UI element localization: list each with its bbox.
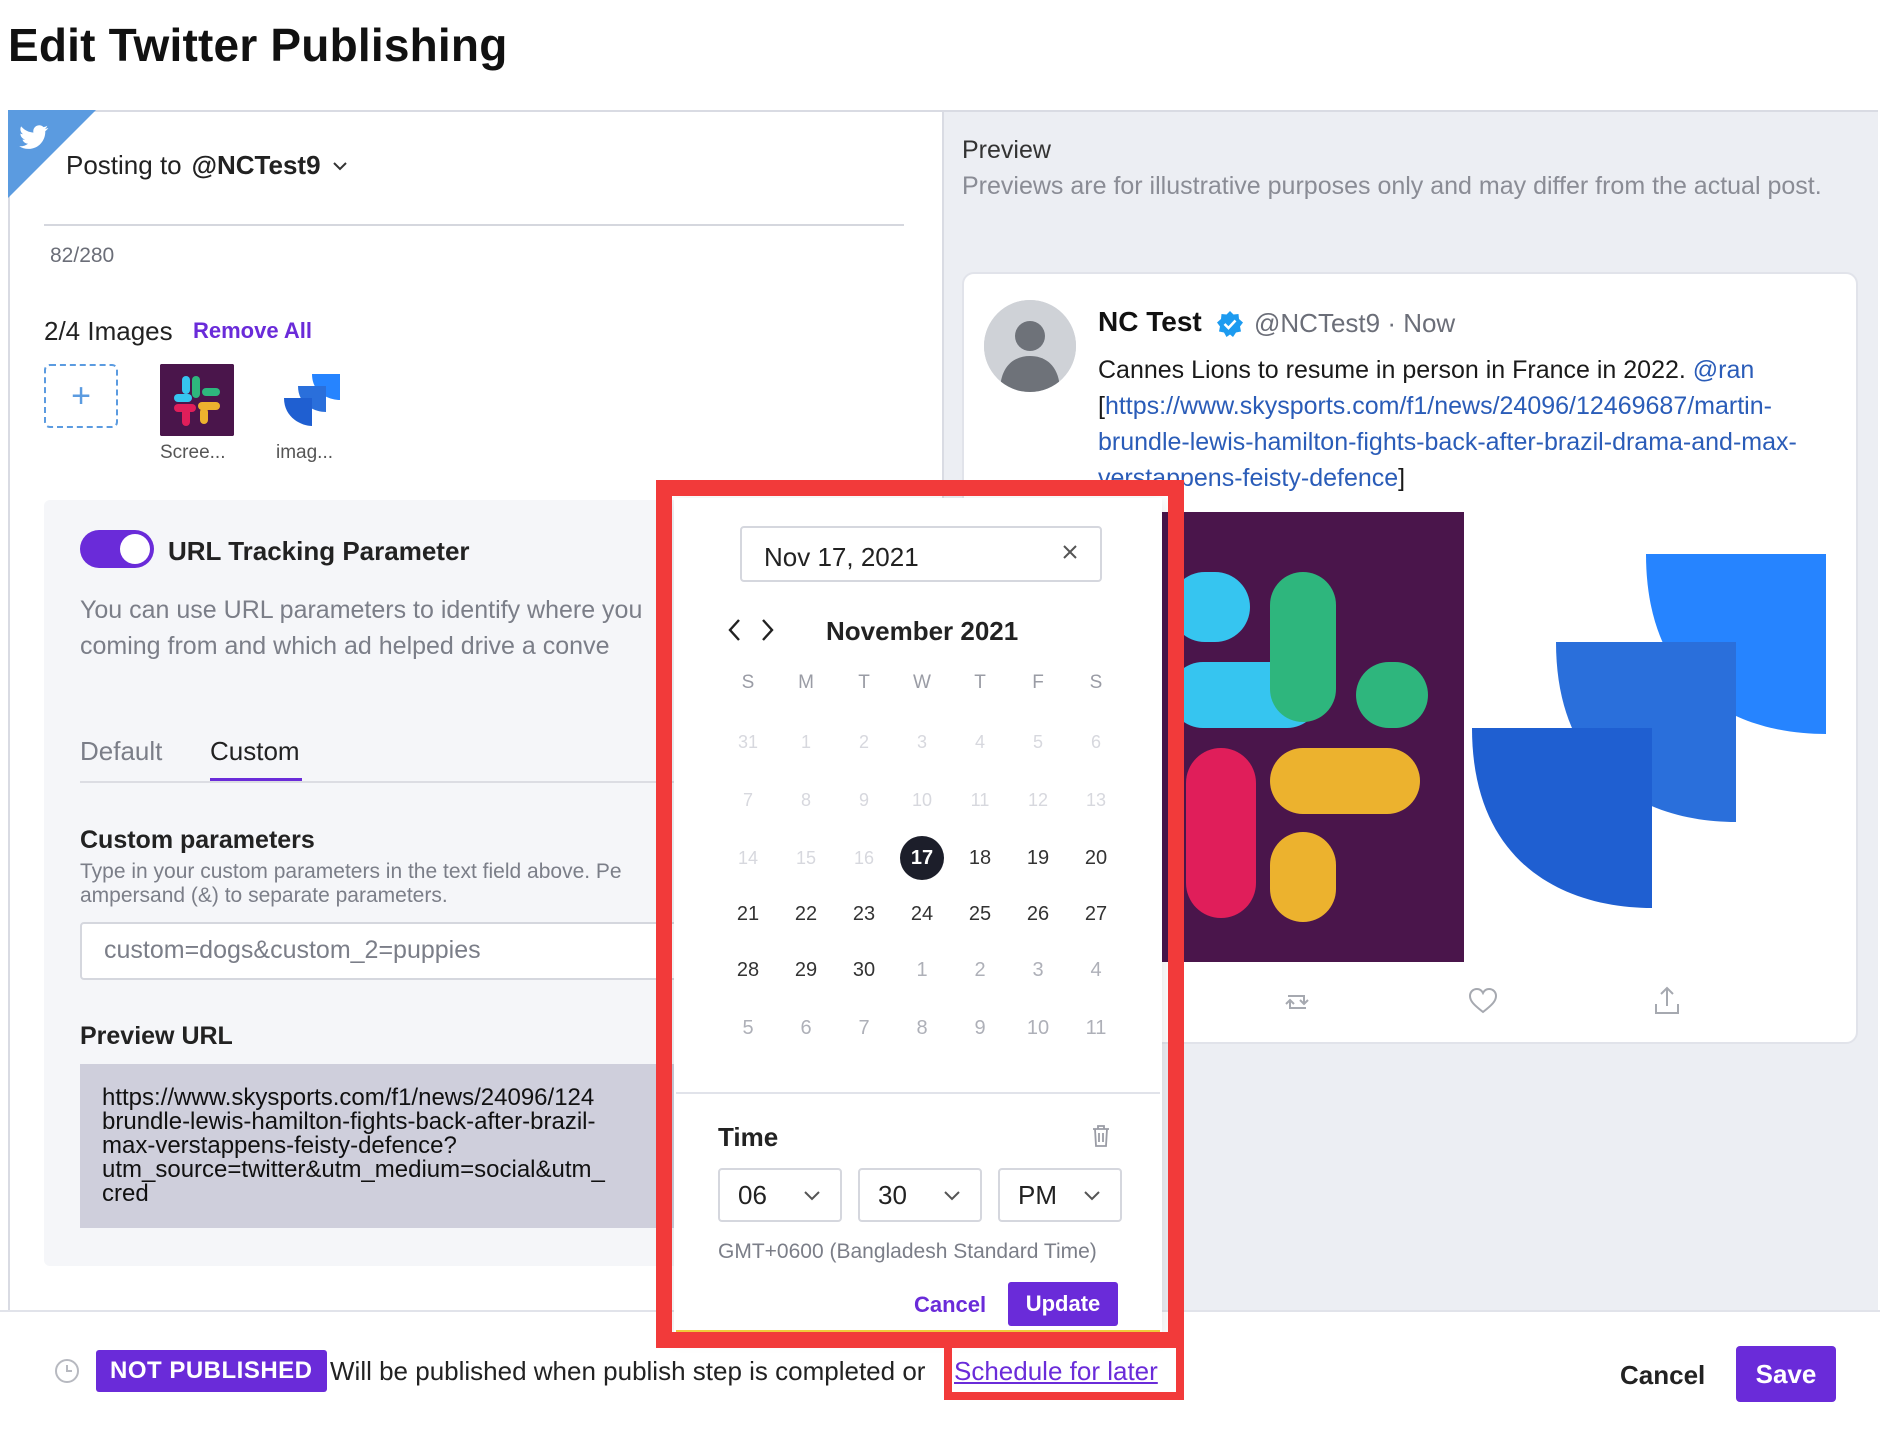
char-count: 82/280 [50, 244, 115, 267]
custom-params-help: Type in your custom parameters in the te… [80, 860, 622, 907]
tweet-link[interactable]: https://www.skysports.com/f1/news/24096/… [1098, 392, 1797, 492]
tweet-image-slack [1150, 512, 1464, 962]
tweet-text-body: Cannes Lions to resume in person in Fran… [1098, 356, 1693, 384]
account-handle: @NCTest9 [191, 150, 321, 180]
page-title: Edit Twitter Publishing [8, 19, 508, 71]
status-badge: NOT PUBLISHED [96, 1350, 327, 1392]
tracking-title: URL Tracking Parameter [168, 536, 470, 566]
editor-divider [44, 224, 904, 226]
preview-title: Preview [962, 136, 1051, 164]
image-caption: Scree... [160, 442, 226, 463]
verified-badge-icon [1217, 311, 1243, 337]
like-icon[interactable] [1466, 984, 1500, 1018]
custom-params-input[interactable]: custom=dogs&custom_2=puppies [80, 922, 700, 980]
link-bracket: ] [1398, 464, 1406, 492]
tab-custom[interactable]: Custom [210, 736, 300, 767]
tweet-author-name: NC Test [1098, 306, 1202, 337]
highlight-outline-popup [656, 480, 1184, 1348]
image-caption: imag... [276, 442, 334, 463]
posting-to-label: Posting to [66, 150, 182, 180]
chevron-down-icon [332, 161, 347, 170]
tweet-mention[interactable]: @ran [1693, 356, 1755, 384]
tab-default[interactable]: Default [80, 736, 162, 767]
toggle-knob [120, 534, 150, 564]
image-thumbnail-slack[interactable] [160, 364, 234, 436]
remove-all-link[interactable]: Remove All [193, 318, 312, 344]
retweet-icon[interactable] [1280, 984, 1314, 1018]
highlight-outline-link [944, 1340, 1184, 1400]
save-button[interactable]: Save [1736, 1346, 1836, 1402]
active-tab-indicator [210, 778, 302, 781]
preview-subtitle: Previews are for illustrative purposes o… [962, 172, 1822, 200]
preview-url-value: https://www.skysports.com/f1/news/24096/… [80, 1064, 700, 1228]
plus-icon: + [71, 376, 91, 415]
avatar [984, 300, 1076, 392]
tweet-text: Cannes Lions to resume in person in Fran… [1098, 352, 1838, 496]
add-image-button[interactable]: + [44, 364, 118, 428]
image-thumbnail-jira[interactable] [278, 368, 344, 432]
tweet-image-jira [1472, 554, 1826, 908]
tabs-baseline [80, 781, 680, 783]
publish-note: Will be published when publish step is c… [330, 1356, 926, 1386]
custom-params-title: Custom parameters [80, 826, 315, 854]
share-icon[interactable] [1650, 984, 1684, 1018]
account-selector[interactable]: Posting to @NCTest9 [66, 150, 349, 181]
tweet-handle: @NCTest9 · Now [1254, 308, 1456, 338]
cancel-button[interactable]: Cancel [1620, 1360, 1705, 1391]
preview-url-title: Preview URL [80, 1022, 233, 1050]
tracking-description: You can use URL parameters to identify w… [80, 596, 643, 660]
clock-icon [55, 1359, 79, 1383]
images-count-label: 2/4 Images [44, 316, 173, 346]
link-bracket: [ [1098, 392, 1105, 420]
